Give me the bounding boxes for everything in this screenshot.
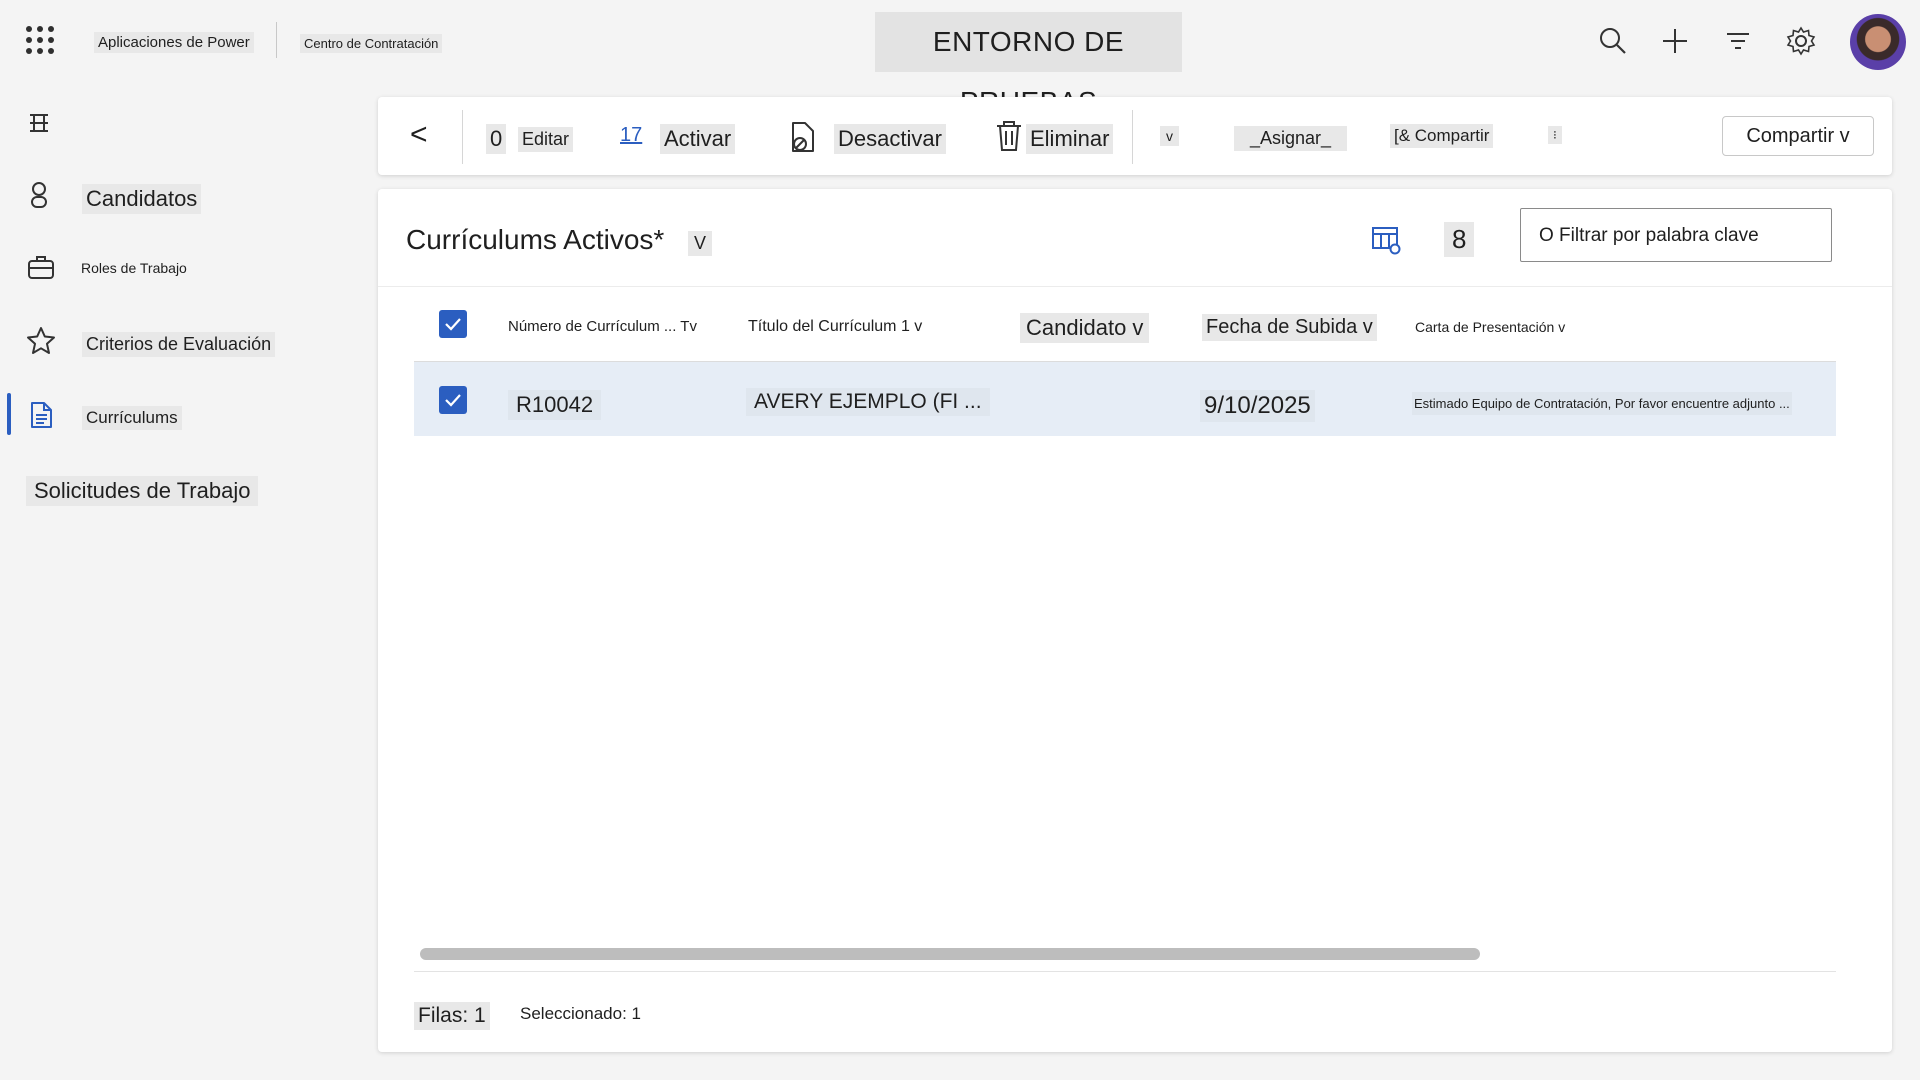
gear-icon[interactable] (1786, 26, 1816, 56)
trash-icon (997, 121, 1021, 151)
star-icon (27, 327, 55, 354)
person-icon (31, 182, 47, 208)
edit-icon: 0 (486, 124, 507, 154)
back-button[interactable]: < (410, 118, 428, 152)
briefcase-icon (28, 256, 54, 279)
sidebar-item-label: Criterios de Evaluación (82, 332, 276, 357)
divider (462, 110, 463, 164)
environment-label: ENTORNO DE PRUEBAS (875, 12, 1182, 117)
column-header-carta[interactable]: Carta de Presentación v (1415, 319, 1565, 335)
activate-icon: 17 (620, 124, 643, 146)
divider (414, 971, 1836, 972)
sidebar-item-label: Candidatos (82, 184, 202, 214)
check-icon (445, 394, 461, 407)
sidebar-item-solicitudes[interactable]: Solicitudes de Trabajo (26, 476, 259, 506)
search-icon[interactable] (1598, 26, 1628, 56)
keyword-filter-input[interactable]: O Filtrar por palabra clave (1520, 208, 1832, 262)
overflow-button[interactable]: ⁝ (1548, 126, 1562, 144)
cell-carta: Estimado Equipo de Contratación, Por fav… (1412, 392, 1792, 415)
divider (378, 286, 1892, 287)
cell-titulo[interactable]: AVERY EJEMPLO (FI ... (746, 388, 990, 416)
app-name[interactable]: Aplicaciones de Power (94, 32, 254, 53)
divider (1132, 110, 1133, 164)
cell-fecha: 9/10/2025 (1200, 390, 1315, 422)
selected-count: Seleccionado: 1 (520, 1004, 641, 1023)
check-icon (445, 318, 461, 331)
app-subname[interactable]: Centro de Contratación (300, 34, 443, 53)
select-all-checkbox[interactable] (439, 310, 467, 338)
sidebar-item-label: Currículums (82, 406, 182, 430)
share-button[interactable]: Compartir v (1722, 116, 1874, 156)
command-bar (378, 97, 1892, 175)
deactivate-icon (792, 122, 814, 152)
view-title[interactable]: Currículums Activos* (406, 224, 664, 256)
divider (276, 22, 277, 58)
grid-settings-icon[interactable] (1370, 224, 1402, 256)
assign-button[interactable]: _Asignar_ (1234, 126, 1348, 151)
horizontal-scrollbar[interactable] (420, 948, 1480, 960)
column-header-candidato[interactable]: Candidato v (1020, 313, 1150, 343)
column-header-titulo[interactable]: Título del Currículum 1 v (748, 318, 922, 336)
avatar[interactable] (1850, 14, 1906, 70)
row-checkbox[interactable] (439, 386, 467, 414)
chevron-down-icon[interactable]: V (688, 231, 713, 256)
filter-icon[interactable] (1723, 26, 1753, 56)
record-count: 8 (1444, 222, 1475, 257)
plus-icon[interactable] (1660, 26, 1690, 56)
row-count: Filas: 1 (414, 1002, 490, 1030)
hamburger-icon[interactable] (26, 108, 56, 138)
cell-numero[interactable]: R10042 (508, 390, 602, 420)
active-indicator (7, 393, 11, 435)
more-dropdown[interactable]: v (1160, 126, 1179, 146)
waffle-icon[interactable] (26, 26, 54, 54)
share-command[interactable]: [& Compartir (1390, 124, 1494, 148)
sidebar-item-label: Roles de Trabajo (81, 260, 187, 276)
document-icon (31, 402, 52, 428)
column-header-fecha[interactable]: Fecha de Subida v (1202, 314, 1377, 341)
column-header-numero[interactable]: Número de Currículum ... Tv (508, 318, 697, 335)
